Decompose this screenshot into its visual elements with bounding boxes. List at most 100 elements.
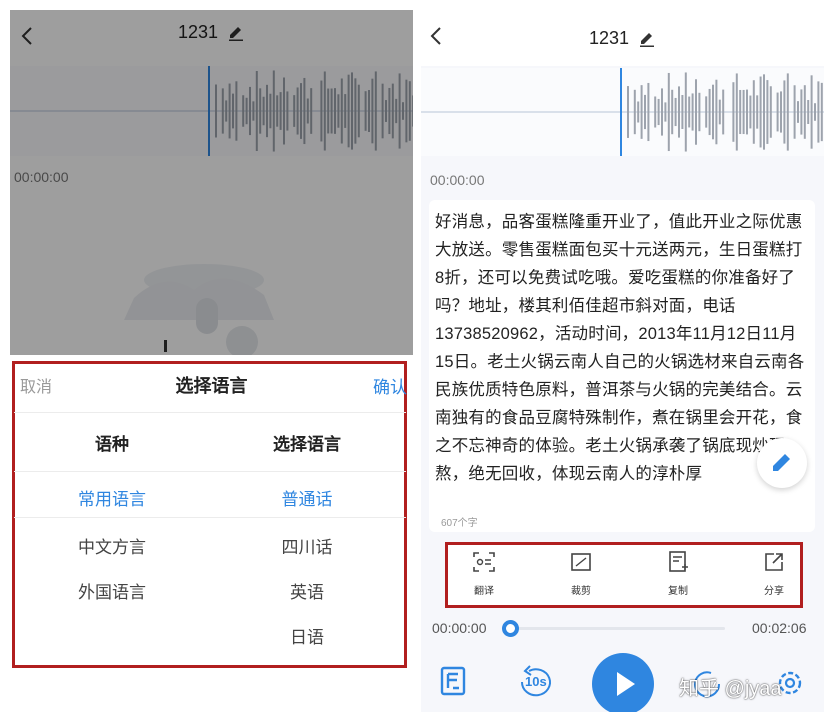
selection-divider xyxy=(14,517,406,518)
waveform-bar xyxy=(684,72,687,152)
waveform-bar xyxy=(647,82,650,142)
dim-overlay[interactable] xyxy=(10,10,413,355)
waveform-bar xyxy=(793,85,796,139)
share-label: 分享 xyxy=(764,586,784,597)
language-option-mandarin[interactable]: 普通话 xyxy=(217,485,397,510)
waveform-bar xyxy=(780,91,782,133)
category-option-dialect[interactable]: 中文方言 xyxy=(22,533,202,558)
category-option-common[interactable]: 常用语言 xyxy=(22,485,202,510)
waveform-bar xyxy=(803,85,806,139)
waveform-bar xyxy=(681,95,684,129)
waveform-bar xyxy=(756,95,759,129)
crop-icon xyxy=(571,553,591,571)
waveform-bar xyxy=(810,75,813,149)
transcript-toggle-button[interactable] xyxy=(439,666,469,703)
language-option-japanese[interactable]: 日语 xyxy=(217,623,397,648)
rewind-button[interactable]: 10s xyxy=(516,665,560,699)
column-header-language: 选择语言 xyxy=(273,435,341,454)
waveform-bar xyxy=(718,99,721,125)
language-option-english[interactable]: 英语 xyxy=(217,578,397,603)
waveform-bar xyxy=(766,80,769,144)
column-header-category: 语种 xyxy=(95,435,129,454)
waveform-bar xyxy=(769,86,772,138)
translate-icon xyxy=(473,552,495,572)
sheet-title: 选择语言 xyxy=(175,376,248,396)
waveform-bar xyxy=(688,96,691,128)
waveform-bar xyxy=(786,73,789,151)
timestamp: 00:00:00 xyxy=(430,172,485,188)
edit-text-button[interactable] xyxy=(757,438,807,488)
waveform-bar xyxy=(640,85,643,139)
document-icon xyxy=(440,666,466,696)
copy-label: 复制 xyxy=(668,586,688,597)
waveform-bar xyxy=(797,101,799,123)
waveform-bar xyxy=(674,97,677,127)
waveform-bar xyxy=(708,88,711,136)
waveform-bar xyxy=(739,89,742,135)
waveform-bar xyxy=(783,80,786,144)
confirm-button[interactable]: 确认 xyxy=(373,373,407,398)
divider xyxy=(14,471,406,472)
waveform-bar xyxy=(735,73,738,151)
category-option-foreign[interactable]: 外国语言 xyxy=(22,578,202,603)
pencil-icon[interactable] xyxy=(638,30,656,48)
waveform-bar xyxy=(661,88,663,136)
total-time: 00:02:06 xyxy=(752,620,807,636)
waveform[interactable] xyxy=(421,68,824,156)
waveform-bar xyxy=(657,98,660,126)
waveform-bar xyxy=(691,93,694,131)
translate-button[interactable]: 翻译 xyxy=(454,549,514,597)
pencil-icon xyxy=(773,454,790,471)
waveform-bar xyxy=(759,76,762,148)
crop-button[interactable]: 裁剪 xyxy=(551,549,611,597)
waveform-bar xyxy=(667,72,670,152)
waveform-bar xyxy=(776,92,779,132)
waveform-bar xyxy=(807,99,810,125)
waveform-bar xyxy=(820,82,823,142)
waveform-bar xyxy=(644,94,646,130)
recording-title[interactable]: 1231 xyxy=(589,28,629,48)
watermark: 知乎 @jyaa xyxy=(679,678,782,700)
waveform-bar xyxy=(742,89,745,135)
divider xyxy=(14,412,406,413)
waveform-bar xyxy=(722,89,725,135)
waveform-bar xyxy=(749,95,752,129)
progress-track[interactable] xyxy=(513,627,725,630)
waveform-bar xyxy=(705,96,708,128)
waveform-bar xyxy=(746,89,748,135)
waveform-bar xyxy=(715,79,718,145)
waveform-bar xyxy=(671,89,674,135)
progress-handle[interactable] xyxy=(502,620,519,637)
char-count: 607个字 xyxy=(441,518,478,529)
crop-label: 裁剪 xyxy=(571,586,591,597)
language-option-sichuan[interactable]: 四川话 xyxy=(217,533,397,558)
copy-button[interactable]: 复制 xyxy=(648,549,708,597)
waveform-bar xyxy=(654,96,657,128)
waveform-bar xyxy=(633,89,636,135)
waveform-bar xyxy=(712,84,714,140)
waveform-bar xyxy=(637,101,640,123)
waveform-bar xyxy=(752,80,755,144)
waveform-bar xyxy=(814,103,816,121)
waveform-graphic xyxy=(421,68,824,156)
waveform-bar xyxy=(664,102,667,122)
translate-label: 翻译 xyxy=(474,586,494,597)
waveform-bar xyxy=(763,74,765,150)
title-area: 1231 xyxy=(421,28,824,49)
rewind-label: 10s xyxy=(525,674,547,689)
waveform-bar xyxy=(695,79,697,145)
waveform-bar xyxy=(698,92,701,132)
share-icon xyxy=(765,553,783,571)
action-bar: 翻译 裁剪 复制 分享 xyxy=(445,542,803,608)
play-button[interactable] xyxy=(592,653,654,712)
copy-icon xyxy=(669,551,688,572)
share-button[interactable]: 分享 xyxy=(744,549,804,597)
left-screen: 1231 00:00:00 取消 选择语言 确认 语种 选择语言 常用语言 普通… xyxy=(10,10,413,712)
waveform-bar xyxy=(800,89,803,135)
waveform-bar xyxy=(678,86,680,138)
header: 1231 xyxy=(421,10,824,66)
current-time: 00:00:00 xyxy=(432,620,487,636)
waveform-bar xyxy=(817,81,820,143)
waveform-bar xyxy=(627,86,629,138)
play-icon xyxy=(617,672,635,696)
